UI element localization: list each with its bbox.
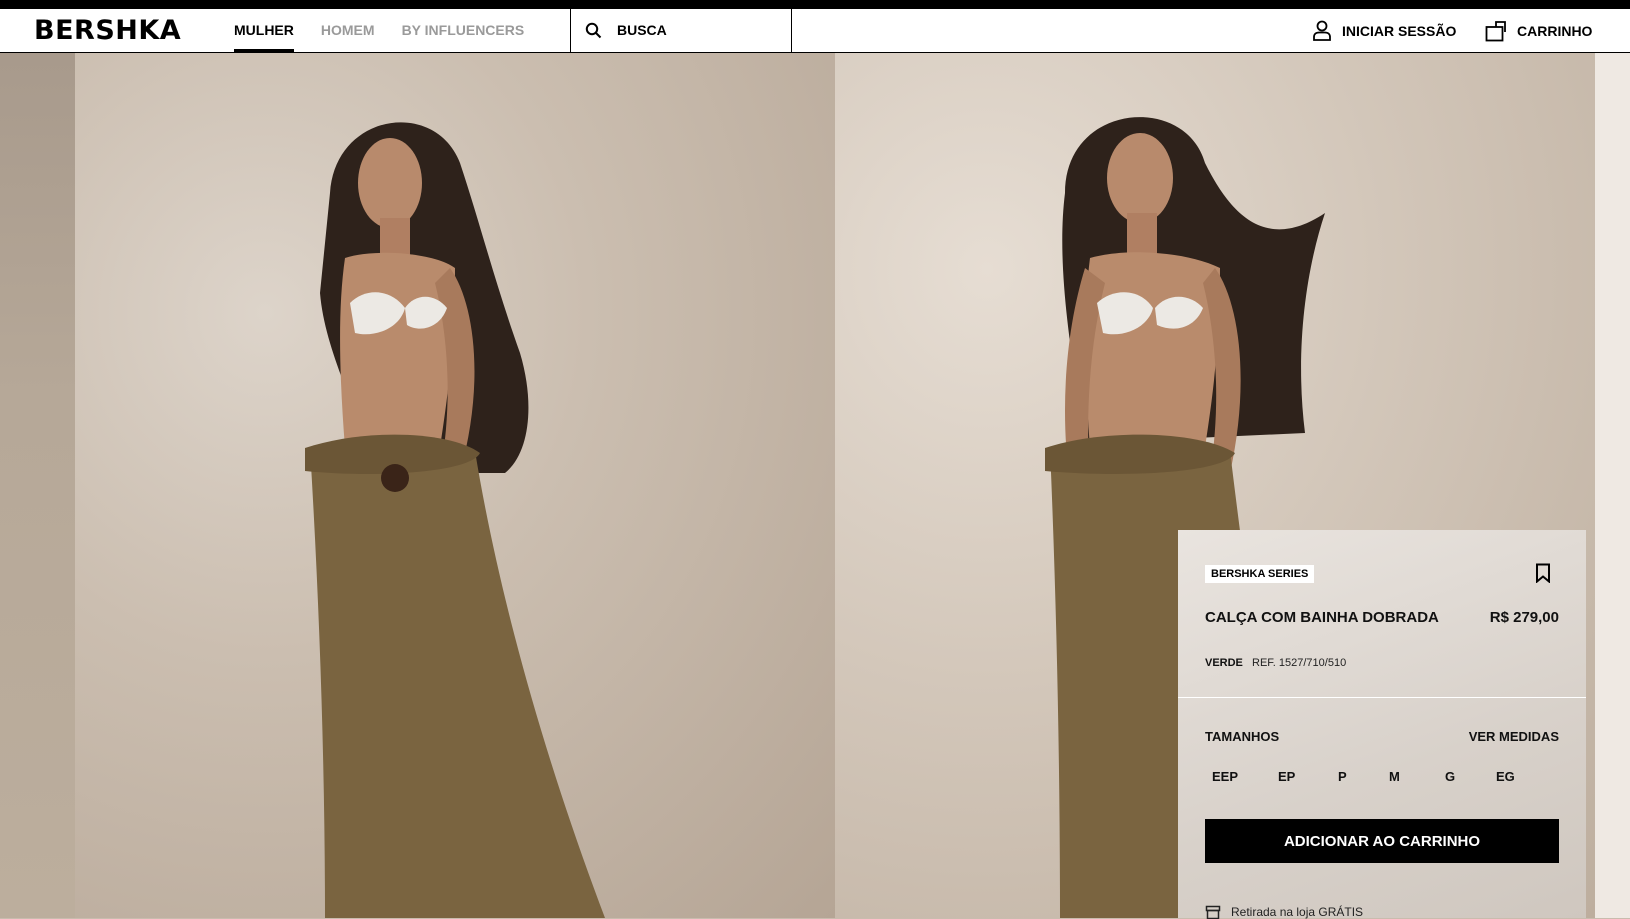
- store-pickup-text: Retirada na loja GRÁTIS: [1231, 905, 1364, 919]
- size-guide-link[interactable]: VER MEDIDAS: [1469, 729, 1559, 744]
- product-ref: REF. 1527/710/510: [1252, 657, 1347, 669]
- brand-logo[interactable]: BERSHKA: [34, 15, 181, 46]
- product-price: R$ 279,00: [1489, 609, 1559, 626]
- size-option-g[interactable]: G: [1445, 769, 1455, 784]
- main-nav: MULHER HOMEM BY INFLUENCERS: [234, 9, 551, 52]
- product-color: VERDE: [1205, 657, 1243, 669]
- gallery-edge-image-right: [1595, 53, 1630, 918]
- sizes-title: TAMANHOS: [1205, 729, 1280, 744]
- size-option-ep[interactable]: EP: [1278, 769, 1295, 784]
- store-pickup-info: Retirada na loja GRÁTIS: [1205, 905, 1363, 919]
- nav-item-by-influencers[interactable]: BY INFLUENCERS: [402, 9, 525, 52]
- nav-item-homem[interactable]: HOMEM: [321, 9, 375, 52]
- gallery-edge-image: [0, 53, 75, 918]
- search-label: BUSCA: [617, 22, 667, 38]
- size-option-eep[interactable]: EEP: [1212, 769, 1238, 784]
- collection-badge: BERSHKA SERIES: [1205, 565, 1315, 583]
- product-info-panel: BERSHKA SERIES CALÇA COM BAINHA DOBRADA …: [1178, 530, 1586, 919]
- search-box[interactable]: BUSCA: [570, 9, 792, 52]
- size-option-eg[interactable]: EG: [1496, 769, 1515, 784]
- panel-divider: [1178, 697, 1586, 698]
- size-option-m[interactable]: M: [1389, 769, 1400, 784]
- top-black-strip: [0, 0, 1630, 9]
- user-icon: [1313, 20, 1331, 41]
- size-selector: EEP EP P M G EG: [1205, 769, 1559, 793]
- site-header: BERSHKA MULHER HOMEM BY INFLUENCERS BUSC…: [0, 9, 1630, 53]
- nav-item-mulher[interactable]: MULHER: [234, 9, 294, 52]
- cart-label: CARRINHO: [1517, 22, 1593, 39]
- bag-icon: [1485, 20, 1506, 41]
- add-to-cart-button[interactable]: ADICIONAR AO CARRINHO: [1205, 819, 1559, 863]
- login-label: INICIAR SESSÃO: [1342, 22, 1457, 39]
- store-icon: [1205, 905, 1221, 919]
- product-name: CALÇA COM BAINHA DOBRADA: [1205, 609, 1439, 626]
- search-icon: [585, 22, 602, 39]
- product-photo-1[interactable]: [75, 53, 835, 918]
- login-button[interactable]: INICIAR SESSÃO: [1312, 9, 1456, 52]
- bookmark-icon[interactable]: [1535, 563, 1551, 583]
- cart-button[interactable]: CARRINHO: [1485, 9, 1592, 52]
- model-figure-1: [305, 122, 605, 918]
- size-option-p[interactable]: P: [1338, 769, 1347, 784]
